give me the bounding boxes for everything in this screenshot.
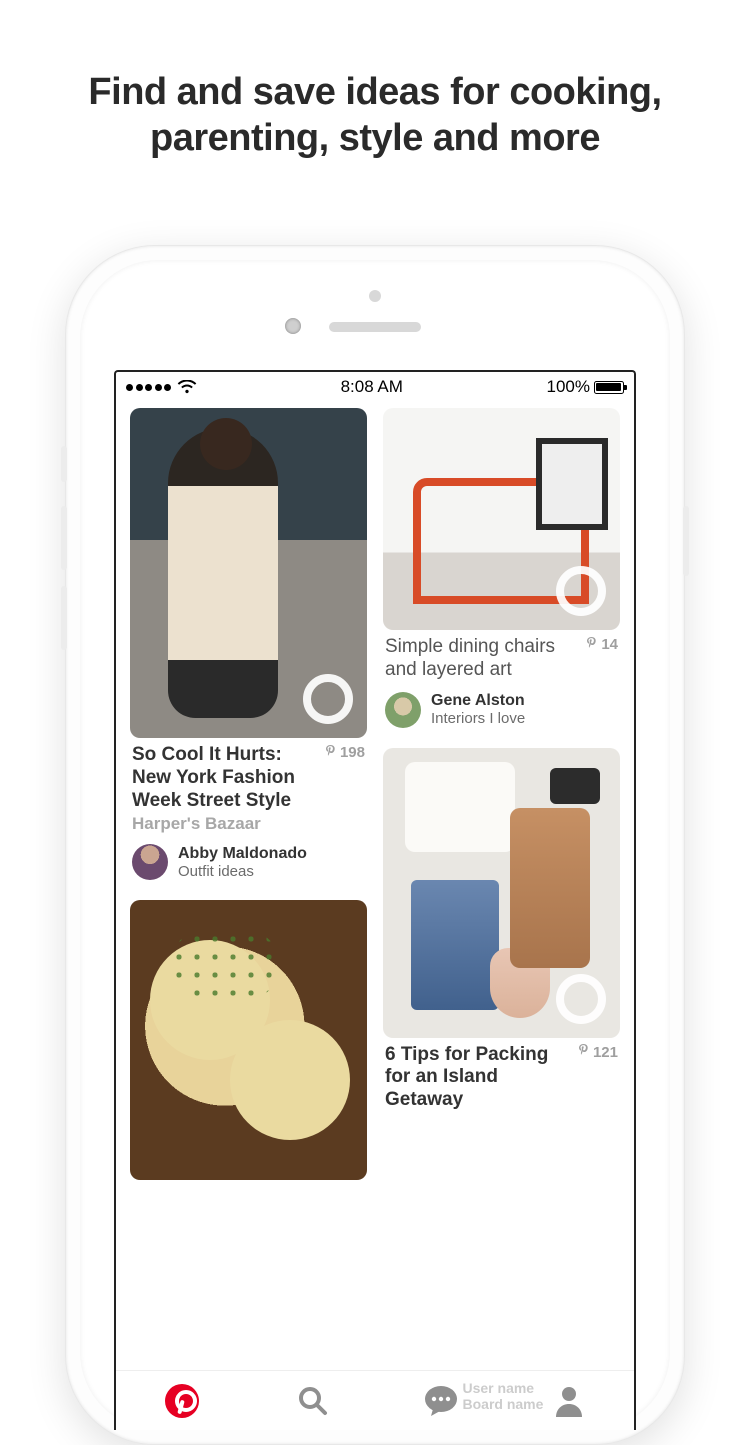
headline-line-1: Find and save ideas for cooking, [40, 70, 710, 116]
save-ring-icon[interactable] [556, 566, 606, 616]
mute-switch [61, 446, 67, 482]
pin-source: Harper's Bazaar [132, 814, 315, 834]
feed-column-left: So Cool It Hurts: New York Fashion Week … [130, 408, 367, 1370]
pinner-name: Abby Maldonado [178, 845, 307, 863]
avatar [132, 844, 168, 880]
avatar [385, 692, 421, 728]
battery-icon [594, 381, 624, 394]
pin-image[interactable] [383, 748, 620, 1038]
status-bar: 8:08 AM 100% [116, 372, 634, 402]
pin-title: So Cool It Hurts: New York Fashion Week … [132, 744, 315, 812]
pin-icon [578, 1044, 589, 1060]
pin-image[interactable] [383, 408, 620, 630]
phone-frame: 8:08 AM 100% So Cool [65, 245, 685, 1445]
pin-icon [586, 637, 597, 653]
pinner-board: Interiors I love [431, 710, 525, 727]
tab-search[interactable] [292, 1380, 334, 1422]
headline-line-2: parenting, style and more [40, 116, 710, 162]
pin-card[interactable]: 6 Tips for Packing for an Island Getaway… [383, 748, 620, 1112]
power-button [683, 506, 689, 576]
volume-up-button [61, 506, 67, 570]
earpiece-speaker [329, 322, 421, 332]
pin-repin-count: 198 [325, 744, 365, 761]
pinner-name: Gene Alston [431, 692, 525, 710]
tab-bar: User name Board name [116, 1370, 634, 1430]
wifi-icon [177, 380, 197, 394]
pin-image[interactable] [130, 408, 367, 738]
pin-attribution[interactable]: Abby Maldonado Outfit ideas [132, 844, 365, 880]
tab-profile[interactable] [548, 1380, 590, 1422]
pin-title: Simple dining chairs and layered art [385, 636, 576, 682]
phone-screen: 8:08 AM 100% So Cool [114, 370, 636, 1430]
tab-home[interactable] [161, 1380, 203, 1422]
pin-title: 6 Tips for Packing for an Island Getaway [385, 1044, 568, 1112]
ghost-user-name: User name [463, 1380, 544, 1396]
search-icon [297, 1385, 329, 1417]
pinner-board: Outfit ideas [178, 863, 307, 880]
pin-attribution[interactable]: Gene Alston Interiors I love [385, 692, 618, 728]
ghost-board-name: Board name [463, 1396, 544, 1412]
pin-card[interactable]: So Cool It Hurts: New York Fashion Week … [130, 408, 367, 880]
marketing-headline: Find and save ideas for cooking, parenti… [0, 0, 750, 161]
pin-image[interactable] [130, 900, 367, 1180]
signal-strength-icon [126, 384, 171, 391]
pinterest-logo-icon [165, 1384, 199, 1418]
person-icon [554, 1385, 584, 1417]
save-ring-icon[interactable] [303, 674, 353, 724]
status-time: 8:08 AM [341, 377, 403, 397]
battery-percent: 100% [547, 377, 590, 397]
tab-notifications[interactable]: User name Board name [423, 1380, 459, 1422]
volume-down-button [61, 586, 67, 650]
pin-repin-count: 14 [586, 636, 618, 653]
pin-card[interactable]: Simple dining chairs and layered art 14 … [383, 408, 620, 728]
feed-column-right: Simple dining chairs and layered art 14 … [383, 408, 620, 1370]
pin-card[interactable] [130, 900, 367, 1180]
proximity-sensor [369, 290, 381, 302]
save-ring-icon[interactable] [556, 974, 606, 1024]
front-camera [285, 318, 301, 334]
pin-icon [325, 745, 336, 761]
chat-bubble-icon [423, 1385, 459, 1417]
pin-feed[interactable]: So Cool It Hurts: New York Fashion Week … [116, 402, 634, 1370]
pin-repin-count: 121 [578, 1044, 618, 1061]
